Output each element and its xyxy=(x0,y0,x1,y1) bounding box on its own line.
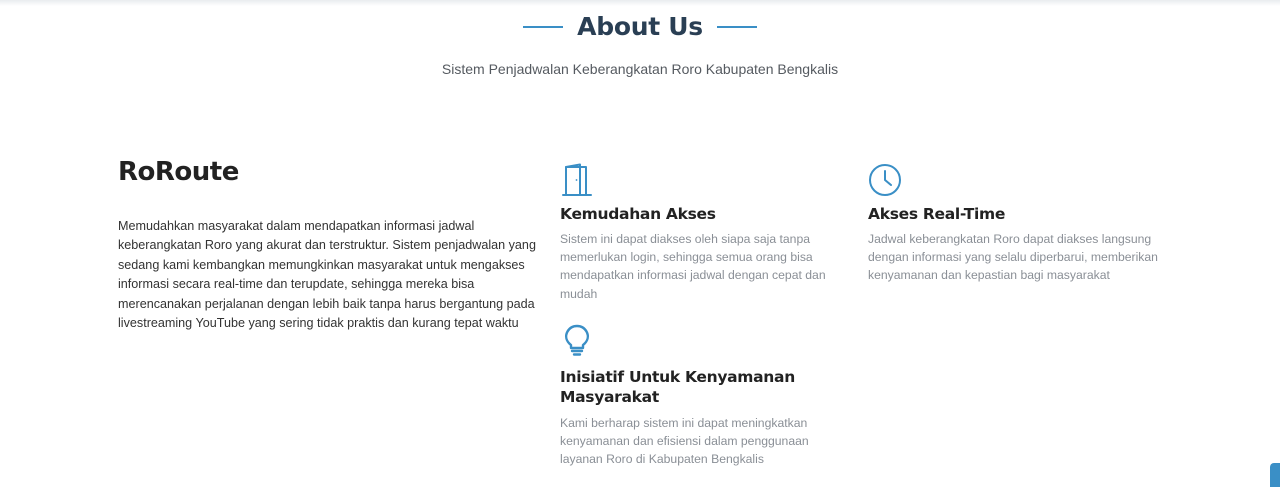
door-icon xyxy=(562,163,592,196)
feature-title: Kemudahan Akses xyxy=(560,205,716,223)
feature-title: Inisiatif Untuk Kenyamanan Masyarakat xyxy=(560,368,795,406)
feature-kemudahan-akses: Kemudahan Akses Sistem ini dapat diakses… xyxy=(560,163,845,303)
back-to-top-button[interactable] xyxy=(1270,463,1280,487)
feature-inisiatif: Inisiatif Untuk Kenyamanan Masyarakat Ka… xyxy=(560,323,840,469)
about-section-header: About Us Sistem Penjadwalan Keberangkata… xyxy=(0,12,1280,77)
brand-description: Memudahkan masyarakat dalam mendapatkan … xyxy=(118,219,536,331)
title-line-right xyxy=(716,25,757,28)
section-subtitle: Sistem Penjadwalan Keberangkatan Roro Ka… xyxy=(441,61,839,77)
feature-akses-real-time: Akses Real-Time Jadwal keberangkatan Ror… xyxy=(868,163,1168,285)
title-line-left xyxy=(523,25,564,28)
about-content: RoRoute Memudahkan masyarakat dalam mend… xyxy=(118,157,543,333)
feature-description: Sistem ini dapat diakses oleh siapa saja… xyxy=(560,232,826,301)
feature-description: Jadwal keberangkatan Roro dapat diakses … xyxy=(868,232,1158,283)
lightbulb-icon xyxy=(564,324,590,356)
section-title-row: About Us xyxy=(0,12,1280,41)
section-title: About Us xyxy=(577,12,703,41)
clock-icon xyxy=(869,164,901,196)
brand-title: RoRoute xyxy=(118,157,239,187)
header-shadow xyxy=(0,0,1280,6)
feature-description: Kami berharap sistem ini dapat meningkat… xyxy=(560,416,809,467)
feature-title: Akses Real-Time xyxy=(868,205,1006,223)
